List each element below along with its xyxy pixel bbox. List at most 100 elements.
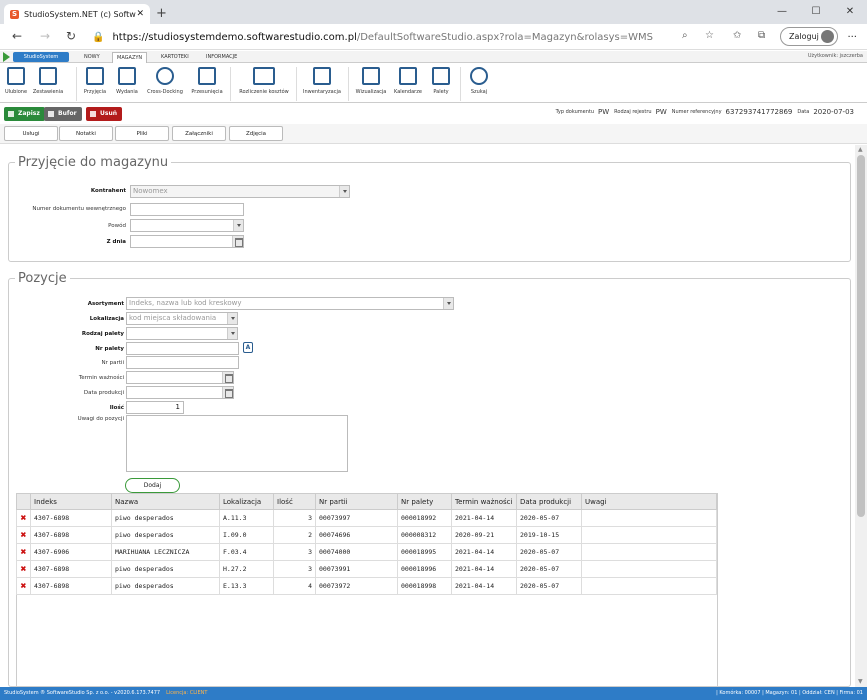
tab-informacje[interactable]: INFORMACJE xyxy=(202,52,241,63)
ribbon-rozliczenie-button[interactable]: Rozliczenie kosztów xyxy=(236,67,292,95)
zdnia-input[interactable] xyxy=(130,235,244,248)
play-icon[interactable] xyxy=(3,52,10,62)
calendar-icon[interactable] xyxy=(232,236,243,247)
favorites-bar-icon[interactable]: ✩ xyxy=(733,30,741,41)
reload-icon[interactable]: ↻ xyxy=(66,29,76,43)
column-header[interactable]: Uwagi xyxy=(581,493,717,510)
delete-row-icon[interactable]: ✖ xyxy=(16,526,31,544)
column-header[interactable]: Lokalizacja xyxy=(219,493,274,510)
table-cell xyxy=(581,509,717,527)
brand-button[interactable]: StudioSystem xyxy=(13,52,69,62)
column-header[interactable]: Nazwa xyxy=(111,493,220,510)
scroll-up-icon[interactable]: ▲ xyxy=(858,146,863,153)
more-menu-icon[interactable]: ··· xyxy=(847,32,857,43)
calendar-icon[interactable] xyxy=(222,372,233,383)
table-row[interactable]: ✖ 4307-6898 piwo desperados I.09.0 2 00074696… xyxy=(16,526,717,544)
add-button[interactable]: Dodaj xyxy=(125,478,180,493)
browser-tab[interactable]: S StudioSystem.NET (c) SoftwareSt ✕ xyxy=(4,4,150,24)
column-header[interactable]: Data produkcji xyxy=(516,493,582,510)
delete-row-icon[interactable]: ✖ xyxy=(16,543,31,561)
refresh-icon xyxy=(156,67,174,85)
chevron-down-icon[interactable] xyxy=(443,298,453,309)
favorite-star-icon[interactable]: ☆ xyxy=(705,30,714,41)
delete-row-icon[interactable]: ✖ xyxy=(16,560,31,578)
close-tab-icon[interactable]: ✕ xyxy=(136,9,144,19)
ribbon-wizualizacja-button[interactable]: Wizualizacja xyxy=(354,67,388,95)
nr-partii-input[interactable] xyxy=(126,356,239,369)
tab-kartoteki[interactable]: KARTOTEKI xyxy=(157,52,193,63)
powod-select[interactable] xyxy=(130,219,244,232)
collections-icon[interactable]: ⧉ xyxy=(758,30,765,41)
column-header[interactable]: Ilość xyxy=(273,493,316,510)
asortyment-input[interactable]: Indeks, nazwa lub kod kreskowy xyxy=(126,297,454,310)
table-row[interactable]: ✖ 4307-6898 piwo desperados H.27.2 3 00073991… xyxy=(16,560,717,578)
termin-waznosci-input[interactable] xyxy=(126,371,234,384)
kontrahent-label: Kontrahent xyxy=(90,188,126,194)
delete-button[interactable]: Usuń xyxy=(86,107,122,121)
rodzaj-palety-select[interactable] xyxy=(126,327,238,340)
nr-palety-input[interactable] xyxy=(126,342,239,355)
ribbon-przyjecia-button[interactable]: Przyjęcia xyxy=(82,67,108,95)
chevron-down-icon[interactable] xyxy=(233,220,243,231)
kontrahent-select[interactable]: Nowomex xyxy=(130,185,350,198)
maximize-button[interactable]: ☐ xyxy=(799,0,833,22)
tab-notatki[interactable]: Notatki xyxy=(59,126,113,141)
zoom-icon[interactable]: ⌕ xyxy=(682,30,688,41)
close-window-button[interactable]: ✕ xyxy=(833,0,867,22)
ribbon-crossdocking-button[interactable]: Cross-Docking xyxy=(145,67,185,95)
calendar-icon[interactable] xyxy=(222,387,233,398)
data-produkcji-input[interactable] xyxy=(126,386,234,399)
tab-pliki[interactable]: Pliki xyxy=(115,126,169,141)
buffer-button[interactable]: Bufor xyxy=(44,107,82,121)
uwagi-textarea[interactable] xyxy=(126,415,348,472)
ribbon-kalendarze-button[interactable]: Kalendarze xyxy=(392,67,424,95)
table-cell: 4307-6898 xyxy=(30,526,112,544)
delete-row-icon[interactable]: ✖ xyxy=(16,509,31,527)
table-row[interactable]: ✖ 4307-6898 piwo desperados A.11.3 3 00073997… xyxy=(16,509,717,527)
column-header[interactable]: Nr palety xyxy=(397,493,452,510)
ribbon-wydania-button[interactable]: Wydania xyxy=(114,67,140,95)
ribbon-zestawienia-button[interactable]: Zestawienia xyxy=(32,67,64,95)
new-tab-button[interactable]: + xyxy=(156,6,167,21)
vertical-scrollbar[interactable]: ▲ ▼ xyxy=(855,145,867,687)
scroll-down-icon[interactable]: ▼ xyxy=(858,678,863,685)
tab-uslugi[interactable]: Usługi xyxy=(4,126,58,141)
minimize-button[interactable]: — xyxy=(765,0,799,22)
folder-icon xyxy=(39,67,57,85)
pallet-generate-icon[interactable]: A xyxy=(243,342,253,353)
tab-magazyn[interactable]: MAGAZYN xyxy=(112,52,148,63)
lokalizacja-input[interactable]: kod miejsca składowania xyxy=(126,312,238,325)
column-header[interactable]: Nr partii xyxy=(315,493,398,510)
ribbon-label: Palety xyxy=(433,89,449,95)
ribbon-przesuniecia-button[interactable]: Przesunięcia xyxy=(190,67,224,95)
chevron-down-icon[interactable] xyxy=(227,313,237,324)
ilosc-input[interactable]: 1 xyxy=(126,401,184,414)
table-row[interactable]: ✖ 4307-6906 MARIHUANA LECZNICZA F.03.4 3 0007… xyxy=(16,543,717,561)
tab-zalaczniki[interactable]: Załączniki xyxy=(172,126,226,141)
studiosystem-favicon: S xyxy=(10,9,19,19)
status-copyright: StudioSystem ® SoftwareStudio Sp. z o.o.… xyxy=(4,690,161,696)
table-row[interactable]: ✖ 4307-6898 piwo desperados E.13.3 4 00073972… xyxy=(16,577,717,595)
login-button[interactable]: Zaloguj xyxy=(780,27,838,46)
numer-dokumentu-input[interactable] xyxy=(130,203,244,216)
back-icon[interactable]: ← xyxy=(12,29,22,43)
ribbon-ulubione-button[interactable]: Ulubione xyxy=(4,67,28,95)
column-header[interactable]: Termin ważności xyxy=(451,493,517,510)
delete-row-icon[interactable]: ✖ xyxy=(16,577,31,595)
table-cell: piwo desperados xyxy=(111,577,220,595)
ribbon-palety-button[interactable]: Palety xyxy=(428,67,454,95)
tab-zdjecia[interactable]: Zdjęcia xyxy=(229,126,283,141)
forward-icon[interactable]: → xyxy=(40,29,50,43)
tab-nowy[interactable]: NOWY xyxy=(80,52,104,63)
ribbon-inwentaryzacja-button[interactable]: Inwentaryzacja xyxy=(302,67,342,95)
ribbon-label: Rozliczenie kosztów xyxy=(239,89,289,95)
ribbon-divider xyxy=(460,67,461,101)
column-header[interactable]: Indeks xyxy=(30,493,112,510)
scrollbar-thumb[interactable] xyxy=(857,155,865,517)
numer-label: Numer dokumentu wewnętrznego xyxy=(32,206,126,212)
chevron-down-icon[interactable] xyxy=(227,328,237,339)
chevron-down-icon[interactable] xyxy=(339,186,349,197)
url-field[interactable]: 🔒 https://studiosystemdemo.softwarestudi… xyxy=(92,27,720,47)
save-button[interactable]: Zapisz xyxy=(4,107,45,121)
ribbon-szukaj-button[interactable]: Szukaj xyxy=(466,67,492,95)
